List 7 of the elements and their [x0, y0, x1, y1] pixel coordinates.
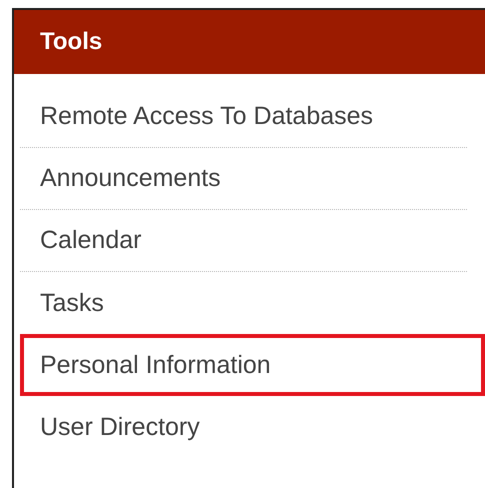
menu-link[interactable]: Calendar — [20, 210, 467, 272]
menu-link[interactable]: Personal Information — [20, 334, 485, 396]
panel-title: Tools — [40, 28, 102, 56]
menu-link[interactable]: Remote Access To Databases — [20, 86, 467, 148]
menu-link[interactable]: User Directory — [20, 396, 467, 458]
menu-link[interactable]: Announcements — [20, 148, 467, 210]
menu-link[interactable]: Tasks — [20, 272, 467, 334]
